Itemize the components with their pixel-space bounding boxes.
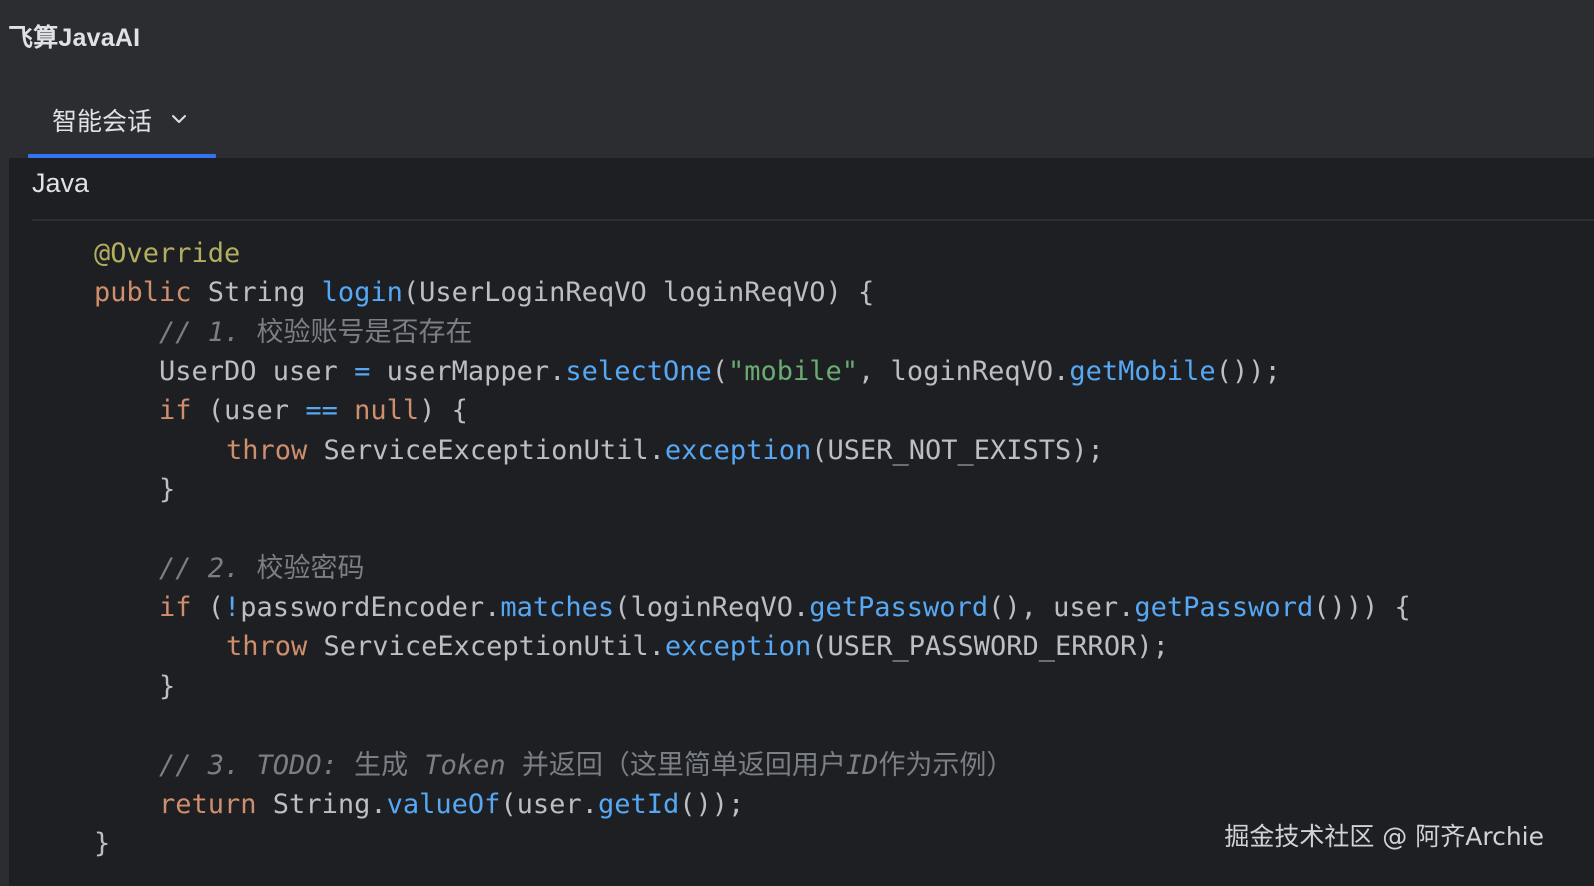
code-token: ) { xyxy=(419,395,468,426)
code-token: ServiceExceptionUtil. xyxy=(307,435,665,466)
keyword-token: throw xyxy=(226,435,308,466)
keyword-token: throw xyxy=(226,631,308,662)
method-token: getMobile xyxy=(1069,356,1216,387)
code-token: passwordEncoder. xyxy=(240,592,501,623)
code-token: (USER_PASSWORD_ERROR); xyxy=(811,631,1169,662)
code-token: (loginReqVO. xyxy=(614,592,810,623)
code-line: if (user == null) { xyxy=(159,392,468,430)
tab-smart-chat[interactable]: 智能会话 xyxy=(28,88,216,158)
method-token: selectOne xyxy=(565,356,712,387)
code-line: throw ServiceExceptionUtil.exception(USE… xyxy=(226,432,1104,470)
code-token: (UserLoginReqVO loginReqVO) { xyxy=(402,277,875,308)
comment-token: // 1. xyxy=(159,317,257,348)
code-token: , loginReqVO. xyxy=(858,356,1070,387)
code-token: ())) { xyxy=(1313,592,1411,623)
string-token: "mobile" xyxy=(728,356,859,387)
code-token: (USER_NOT_EXISTS); xyxy=(811,435,1104,466)
code-line: // 3. TODO: 生成 Token 并返回（这里简单返回用户ID作为示例） xyxy=(159,747,1013,785)
operator-token: ! xyxy=(224,592,241,623)
code-token: (user xyxy=(191,395,306,426)
code-token: } xyxy=(159,671,176,702)
comment-token: ID xyxy=(845,750,879,781)
operator-token: = xyxy=(354,356,371,387)
method-token: login xyxy=(321,277,403,308)
code-line: } xyxy=(94,825,110,863)
comment-token: 校验账号是否存在 xyxy=(256,317,473,348)
keyword-token: return xyxy=(159,789,257,820)
comment-token: // 2. xyxy=(159,553,257,584)
app-title: 飞算JavaAI xyxy=(8,24,141,52)
method-token: matches xyxy=(500,592,615,623)
code-line: throw ServiceExceptionUtil.exception(USE… xyxy=(226,628,1169,666)
keyword-token: if xyxy=(159,592,192,623)
code-line: } xyxy=(159,668,175,706)
operator-token: == xyxy=(305,395,338,426)
code-line: return String.valueOf(user.getId()); xyxy=(159,786,744,824)
code-token: UserDO user xyxy=(159,356,355,387)
method-token: getId xyxy=(597,789,680,820)
code-token: (), user. xyxy=(988,592,1135,623)
keyword-token: null xyxy=(354,395,420,426)
code-line: UserDO user = userMapper.selectOne("mobi… xyxy=(159,353,1281,391)
method-token: getPassword xyxy=(1134,592,1314,623)
code-line: @Override xyxy=(94,235,240,273)
method-token: valueOf xyxy=(386,789,501,820)
keyword-token: public xyxy=(94,277,192,308)
comment-token: 生成 xyxy=(354,750,409,781)
code-token: } xyxy=(159,474,176,505)
code-token: ()); xyxy=(1215,356,1281,387)
code-token: ()); xyxy=(679,789,745,820)
app-window: 飞算JavaAI 智能会话 Java @Override public Stri… xyxy=(0,0,1594,886)
method-token: exception xyxy=(664,435,812,466)
code-line: // 2. 校验密码 xyxy=(159,550,365,588)
comment-token: 作为示例） xyxy=(878,750,1014,781)
chevron-down-icon[interactable] xyxy=(171,113,187,125)
code-content[interactable]: @Override public String login(UserLoginR… xyxy=(9,158,1594,886)
code-line: // 1. 校验账号是否存在 xyxy=(159,314,473,352)
comment-token: 校验密码 xyxy=(256,553,365,584)
code-token: (user. xyxy=(500,789,598,820)
comment-token: 并返回（这里简单返回用户 xyxy=(521,750,846,781)
code-line: public String login(UserLoginReqVO login… xyxy=(94,274,874,312)
code-line: } xyxy=(159,471,175,509)
top-toolbar: 飞算JavaAI 智能会话 xyxy=(0,0,1594,158)
watermark: 掘金技术社区 @ 阿齐Archie xyxy=(1224,822,1544,851)
comment-token: // 3. TODO: xyxy=(159,750,355,781)
code-token: ( xyxy=(711,356,728,387)
code-token: userMapper. xyxy=(370,356,566,387)
code-block: Java @Override public String login(UserL… xyxy=(9,158,1594,886)
code-token: ( xyxy=(191,592,225,623)
keyword-token: if xyxy=(159,395,192,426)
tab-label: 智能会话 xyxy=(52,107,153,136)
method-token: exception xyxy=(664,631,812,662)
code-token: } xyxy=(94,828,111,859)
code-token: ServiceExceptionUtil. xyxy=(307,631,665,662)
code-token: String xyxy=(191,277,322,308)
left-gutter-strip xyxy=(0,158,9,886)
annotation-token: @Override xyxy=(94,238,241,269)
comment-token: Token xyxy=(408,750,522,781)
method-token: getPassword xyxy=(809,592,989,623)
code-line: if (!passwordEncoder.matches(loginReqVO.… xyxy=(159,589,1411,627)
code-token: String. xyxy=(256,789,387,820)
